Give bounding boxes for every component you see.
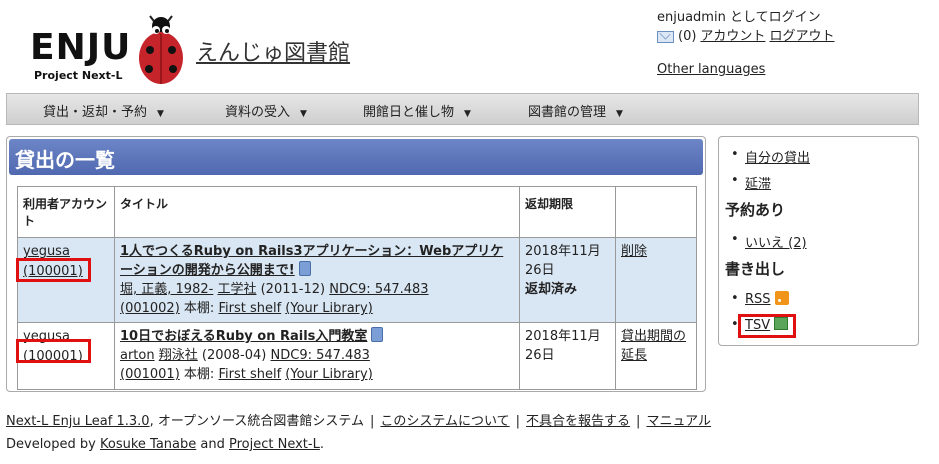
table-row: yegusa (100001) 10日でおぼえるRuby on Rails入門教…: [17, 322, 697, 390]
loans-table: 利用者アカウント タイトル 返却期限 yegusa (100001) 1人でつく…: [17, 186, 697, 390]
nav-events[interactable]: 開館日と催し物 ▼: [363, 101, 471, 120]
publisher-link[interactable]: 工学社: [217, 282, 256, 297]
export-heading: 書き出し: [725, 260, 786, 278]
book-title-link[interactable]: 10日でおぼえるRuby on Rails入門教室: [120, 329, 367, 344]
message-count: (0): [678, 29, 697, 44]
column-header-user: 利用者アカウント: [17, 186, 115, 238]
delete-link[interactable]: 削除: [621, 244, 647, 259]
version-link[interactable]: Next-L Enju Leaf 1.3.0: [6, 414, 150, 429]
other-languages-link[interactable]: Other languages: [657, 62, 765, 77]
nav-acquisition[interactable]: 資料の受入 ▼: [225, 101, 307, 120]
highlight-box: [16, 258, 91, 282]
developed-by-text: Developed by: [6, 437, 96, 452]
chevron-down-icon: ▼: [464, 109, 471, 119]
nav-label: 資料の受入: [225, 105, 291, 120]
book-title-link[interactable]: 1人でつくるRuby on Rails3アプリケーション：Webアプリケーション…: [120, 244, 503, 278]
library-link[interactable]: (Your Library): [285, 367, 372, 382]
pub-year: (2011-12): [260, 282, 326, 297]
logo-subtitle: Project Next-L: [34, 69, 123, 82]
sidebar-item-reserved-no[interactable]: いいえ (2): [731, 232, 807, 251]
shelf-label: 本棚:: [183, 367, 215, 382]
author-link[interactable]: 堀, 正義, 1982-: [120, 282, 213, 297]
page-title-bar: 貸出の一覧: [9, 139, 703, 175]
logo-text: ENJU: [30, 27, 132, 68]
table-header-row: 利用者アカウント タイトル 返却期限: [17, 186, 697, 238]
chevron-down-icon: ▼: [300, 109, 307, 119]
highlight-box: [16, 339, 91, 363]
period-text: .: [319, 437, 324, 452]
item-id-link[interactable]: (001002): [120, 301, 180, 316]
login-status: enjuadmin としてログイン: [657, 10, 821, 25]
org-link[interactable]: Project Next-L: [229, 437, 320, 452]
report-bug-link[interactable]: 不具合を報告する: [526, 414, 630, 429]
book-icon: [298, 261, 311, 276]
nav-label: 図書館の管理: [528, 105, 607, 120]
shelf-label: 本棚:: [183, 301, 215, 316]
table-row: yegusa (100001) 1人でつくるRuby on Rails3アプリケ…: [17, 237, 697, 323]
rss-label: RSS: [745, 292, 771, 307]
about-link[interactable]: このシステムについて: [380, 414, 509, 429]
user-box: enjuadmin としてログイン (0) アカウント ログアウト: [657, 8, 834, 46]
sidebar-item-overdue[interactable]: 延滞: [731, 173, 772, 192]
main-nav: 貸出・返却・予約 ▼ 資料の受入 ▼ 開館日と催し物 ▼ 図書館の管理 ▼: [6, 93, 919, 125]
nav-label: 貸出・返却・予約: [43, 105, 148, 120]
column-header-title: タイトル: [114, 186, 520, 238]
account-link[interactable]: アカウント: [700, 27, 765, 46]
ndc-link[interactable]: NDC9: 547.483: [329, 282, 428, 297]
nav-circulation[interactable]: 貸出・返却・予約 ▼: [43, 101, 164, 120]
manual-link[interactable]: マニュアル: [646, 414, 711, 429]
renew-link[interactable]: 貸出期間の延長: [621, 329, 686, 363]
site-title-link[interactable]: えんじゅ図書館: [196, 35, 350, 67]
publisher-link[interactable]: 翔泳社: [159, 348, 198, 363]
divider: |: [515, 414, 521, 429]
column-header-action: [615, 186, 697, 238]
column-header-due: 返却期限: [519, 186, 616, 238]
shelf-link[interactable]: First shelf: [218, 367, 281, 382]
divider: |: [636, 414, 641, 429]
site-logo[interactable]: ENJU Project Next-L: [26, 14, 194, 88]
chevron-down-icon: ▼: [616, 109, 623, 119]
footer-line-1: Next-L Enju Leaf 1.3.0, オープンソース統合図書館システム…: [6, 410, 711, 429]
user-account-link[interactable]: yegusa: [23, 244, 70, 259]
sidebar-item-label: 延滞: [745, 177, 772, 192]
pub-year: (2008-04): [201, 348, 267, 363]
sidebar-item-label: いいえ (2): [745, 236, 807, 251]
and-text: and: [200, 437, 225, 452]
book-icon: [371, 327, 384, 342]
author-link[interactable]: arton: [120, 348, 155, 363]
divider: |: [370, 414, 375, 429]
library-link[interactable]: (Your Library): [285, 301, 372, 316]
page-title: 貸出の一覧: [15, 148, 115, 172]
status-badge: 返却済み: [525, 282, 578, 297]
highlight-box: [738, 314, 796, 338]
ndc-link[interactable]: NDC9: 547.483: [271, 348, 370, 363]
shelf-link[interactable]: First shelf: [218, 301, 281, 316]
sidebar-item-my-loans[interactable]: 自分の貸出: [731, 147, 811, 166]
developer-link[interactable]: Kosuke Tanabe: [100, 437, 196, 452]
sidebar-item-label: 自分の貸出: [745, 151, 811, 166]
nav-label: 開館日と催し物: [363, 105, 455, 120]
due-date: 2018年11月26日: [525, 244, 601, 278]
nav-admin[interactable]: 図書館の管理 ▼: [528, 101, 623, 120]
chevron-down-icon: ▼: [157, 109, 164, 119]
footer-description: , オープンソース統合図書館システム: [149, 414, 365, 429]
ladybug-icon: [139, 15, 183, 84]
mail-icon[interactable]: [657, 30, 674, 43]
footer-line-2: Developed by Kosuke Tanabe and Project N…: [6, 437, 324, 452]
due-date: 2018年11月26日: [525, 329, 601, 363]
item-id-link[interactable]: (001001): [120, 367, 180, 382]
rss-icon: [774, 291, 789, 305]
reserved-heading: 予約あり: [725, 201, 786, 219]
export-rss-link[interactable]: RSS: [731, 291, 789, 307]
main-panel: 貸出の一覧 利用者アカウント タイトル 返却期限 yegusa (100001)…: [6, 136, 706, 392]
logout-link[interactable]: ログアウト: [769, 27, 834, 46]
